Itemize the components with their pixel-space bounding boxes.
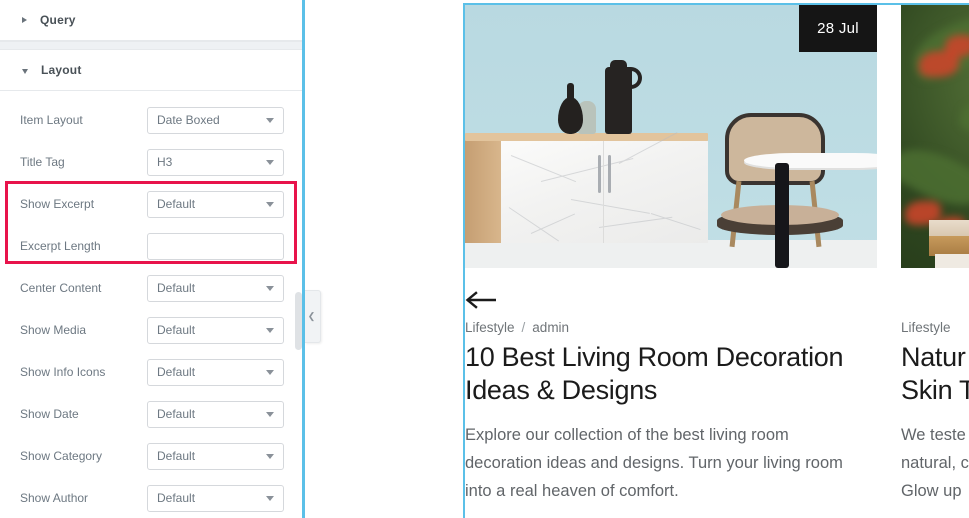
excerpt-length-input[interactable]: [147, 232, 284, 260]
chevron-down-icon: [266, 412, 274, 417]
item-layout-select[interactable]: Date Boxed: [147, 106, 284, 134]
chevron-down-icon: [266, 160, 274, 165]
control-label: Show Date: [20, 406, 79, 421]
chevron-down-icon: [266, 496, 274, 501]
post-content: Lifestyle Natur Skin T We teste natural,…: [901, 268, 969, 505]
show-date-select[interactable]: Default: [147, 400, 284, 428]
show-media-select[interactable]: Default: [147, 316, 284, 344]
select-value: Default: [157, 323, 196, 337]
select-value: Default: [157, 197, 196, 211]
settings-panel: Query Layout Item Layout Date Boxed Titl…: [0, 0, 304, 518]
control-label: Show Media: [20, 322, 87, 337]
center-content-select[interactable]: Default: [147, 274, 284, 302]
post-content: Lifestyle / admin 10 Best Living Room Deco…: [465, 268, 877, 505]
show-info-icons-select[interactable]: Default: [147, 358, 284, 386]
control-show-date: Show Date Default: [0, 393, 304, 435]
layout-controls: Item Layout Date Boxed Title Tag H3 Show…: [0, 91, 304, 518]
post-category[interactable]: Lifestyle: [901, 320, 951, 335]
post-title[interactable]: Natur Skin T: [901, 341, 969, 407]
section-header-layout[interactable]: Layout: [0, 50, 304, 91]
chevron-down-icon: [266, 202, 274, 207]
chevron-down-icon: [266, 328, 274, 333]
post-excerpt-line: decoration ideas and designs. Turn your …: [465, 453, 843, 472]
post-meta: Lifestyle: [901, 320, 969, 335]
post-category[interactable]: Lifestyle: [465, 320, 515, 335]
select-value: Default: [157, 491, 196, 505]
control-label: Title Tag: [20, 154, 65, 169]
select-value: Default: [157, 449, 196, 463]
section-divider: [0, 41, 304, 50]
post-card[interactable]: 28 Jul Lifestyle / admin 10 Best Living Ro…: [465, 5, 877, 505]
chevron-down-icon: [266, 370, 274, 375]
control-label: Show Category: [20, 448, 103, 463]
control-label: Show Author: [20, 490, 89, 505]
control-label: Item Layout: [20, 112, 83, 127]
arrow-left-icon[interactable]: [465, 290, 499, 310]
post-date-badge: 28 Jul: [799, 5, 877, 52]
control-label: Excerpt Length: [20, 238, 101, 253]
meta-separator: /: [521, 320, 526, 335]
chevron-down-icon: [266, 286, 274, 291]
arrow-left-icon-placeholder: [901, 290, 935, 310]
elementor-editor-screen: Query Layout Item Layout Date Boxed Titl…: [0, 0, 969, 518]
post-author[interactable]: admin: [532, 320, 569, 335]
select-value: Default: [157, 407, 196, 421]
post-excerpt-line: Explore our collection of the best livin…: [465, 425, 789, 444]
post-title-line: Natur: [901, 342, 966, 372]
title-tag-select[interactable]: H3: [147, 148, 284, 176]
post-title-line: Ideas & Designs: [465, 374, 658, 405]
panel-right-edge: [302, 0, 305, 518]
control-show-info-icons: Show Info Icons Default: [0, 351, 304, 393]
post-thumbnail[interactable]: [901, 5, 969, 268]
section-title-query: Query: [40, 13, 76, 27]
chevron-right-icon: [22, 17, 27, 23]
chevron-left-icon: ❮: [307, 311, 316, 321]
control-excerpt-length: Excerpt Length: [0, 225, 304, 267]
post-thumbnail[interactable]: 28 Jul: [465, 5, 877, 268]
post-title-line: 10 Best Living Room Decoration: [465, 342, 844, 372]
post-title-line: Skin T: [901, 374, 969, 405]
post-excerpt: We teste natural, c Glow up: [901, 421, 969, 505]
control-label: Show Excerpt: [20, 196, 95, 211]
preview-canvas: 28 Jul Lifestyle / admin 10 Best Living Ro…: [463, 3, 969, 518]
show-author-select[interactable]: Default: [147, 484, 284, 512]
panel-scrollbar[interactable]: [295, 292, 302, 350]
chevron-down-icon: [22, 68, 28, 74]
posts-grid: 28 Jul Lifestyle / admin 10 Best Living Ro…: [465, 5, 969, 505]
nature-photo: [901, 5, 969, 268]
control-title-tag: Title Tag H3: [0, 141, 304, 183]
section-title-layout: Layout: [41, 63, 82, 77]
select-value: Date Boxed: [157, 113, 220, 127]
post-excerpt-line: Glow up: [901, 481, 962, 500]
select-value: H3: [157, 155, 173, 169]
control-show-media: Show Media Default: [0, 309, 304, 351]
control-center-content: Center Content Default: [0, 267, 304, 309]
control-label: Center Content: [20, 280, 102, 295]
control-show-excerpt: Show Excerpt Default: [0, 183, 304, 225]
chevron-down-icon: [266, 118, 274, 123]
post-excerpt-line: natural, c: [901, 453, 969, 472]
post-card[interactable]: Lifestyle Natur Skin T We teste natural,…: [901, 5, 969, 505]
post-excerpt-line: into a real heaven of comfort.: [465, 481, 679, 500]
chevron-down-icon: [266, 454, 274, 459]
select-value: Default: [157, 281, 196, 295]
select-value: Default: [157, 365, 196, 379]
show-excerpt-select[interactable]: Default: [147, 190, 284, 218]
post-excerpt-line: We teste: [901, 425, 966, 444]
control-show-author: Show Author Default: [0, 477, 304, 518]
post-meta: Lifestyle / admin: [465, 320, 877, 335]
control-item-layout: Item Layout Date Boxed: [0, 99, 304, 141]
control-label: Show Info Icons: [20, 364, 106, 379]
panel-collapse-handle[interactable]: ❮: [305, 290, 321, 343]
show-category-select[interactable]: Default: [147, 442, 284, 470]
post-title[interactable]: 10 Best Living Room Decoration Ideas & D…: [465, 341, 877, 407]
post-excerpt: Explore our collection of the best livin…: [465, 421, 877, 505]
section-header-query[interactable]: Query: [0, 0, 304, 41]
control-show-category: Show Category Default: [0, 435, 304, 477]
